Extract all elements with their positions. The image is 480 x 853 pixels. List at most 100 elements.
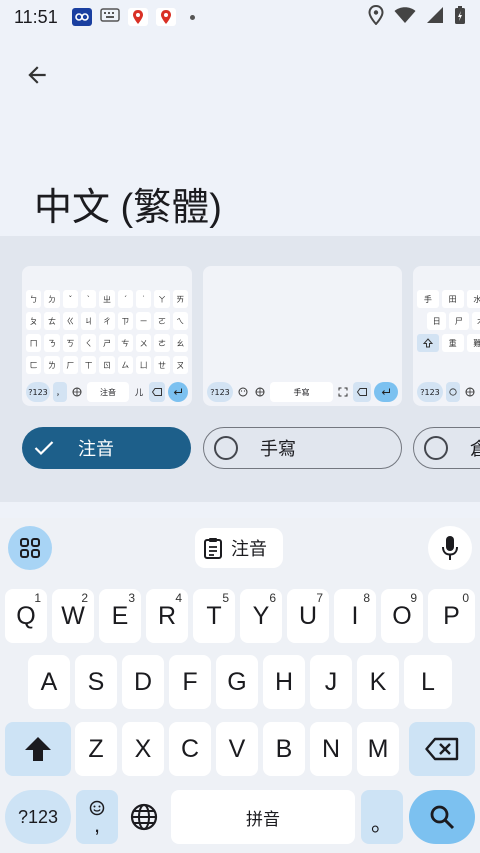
preview-key: ˙ (135, 290, 152, 308)
handwriting-layout-preview[interactable]: ?123 手寫 (203, 266, 402, 406)
key-hint: 1 (34, 591, 41, 605)
preview-row: 日 尸 木 火 (417, 312, 480, 330)
globe-icon (130, 803, 158, 831)
preview-key: 田 (441, 290, 464, 308)
key-q[interactable]: Q1 (5, 589, 47, 643)
layout-chip-zhuyin[interactable]: 注音 (22, 427, 191, 469)
key-l[interactable]: L (404, 655, 452, 709)
status-bar: 11:51 (0, 0, 480, 34)
key-hint: 4 (175, 591, 182, 605)
search-key[interactable] (409, 790, 475, 844)
key-o[interactable]: O9 (381, 589, 423, 643)
key-n[interactable]: N (310, 722, 352, 776)
key-s[interactable]: S (75, 655, 117, 709)
key-r[interactable]: R4 (146, 589, 188, 643)
period-key[interactable]: 。 (361, 790, 403, 844)
emoji-comma-key[interactable]: , (76, 790, 118, 844)
key-x[interactable]: X (122, 722, 164, 776)
soft-keyboard: 注音 Q1 W2 E3 R4 T5 Y6 U7 I8 O9 P0 A S D F… (0, 518, 480, 853)
key-u[interactable]: U7 (287, 589, 329, 643)
preview-space-key: 注音 (87, 382, 129, 402)
preview-key: ˊ (117, 290, 133, 308)
map-pin-app-icon (127, 8, 148, 26)
key-h[interactable]: H (263, 655, 305, 709)
comma-label: , (93, 812, 101, 837)
signal-icon (426, 6, 444, 29)
preview-row: ㄇ ㄋ ㄎ ㄑ ㄕ ㄘ ㄨ ㄜ ㄠ (26, 334, 188, 352)
back-button[interactable] (20, 58, 54, 92)
preview-key: ㄒ (80, 356, 97, 374)
preview-key: ㄛ (154, 312, 170, 330)
key-f[interactable]: F (169, 655, 211, 709)
preview-comma-key: ， (53, 382, 67, 402)
preview-emoji-icon (446, 382, 460, 402)
layout-chip-cangjie[interactable]: 倉 (413, 427, 480, 469)
preview-symbols-key: ?123 (207, 382, 233, 402)
apps-grid-button[interactable] (8, 526, 52, 570)
key-t[interactable]: T5 (193, 589, 235, 643)
shift-icon (25, 737, 51, 761)
preview-row: ㄆ ㄊ ㄍ ㄐ ㄔ ㄗ ㄧ ㄛ ㄟ (26, 312, 188, 330)
app-notification-icon (71, 8, 92, 26)
layout-carousel[interactable]: ㄅ ㄉ ˇ ˋ ㄓ ˊ ˙ ㄚ ㄞ ㄆ ㄊ ㄍ ㄐ ㄔ ㄗ ㄧ ㄛ ㄟ ㄇ ㄋ … (0, 236, 480, 502)
preview-bottom-row: ?123 (417, 382, 480, 402)
key-j[interactable]: J (310, 655, 352, 709)
zhuyin-layout-preview[interactable]: ㄅ ㄉ ˇ ˋ ㄓ ˊ ˙ ㄚ ㄞ ㄆ ㄊ ㄍ ㄐ ㄔ ㄗ ㄧ ㄛ ㄟ ㄇ ㄋ … (22, 266, 192, 406)
layout-chip-label: 倉 (470, 439, 480, 460)
preview-emoji-icon (236, 382, 250, 402)
key-p[interactable]: P0 (428, 589, 475, 643)
key-z[interactable]: Z (75, 722, 117, 776)
key-g[interactable]: G (216, 655, 258, 709)
keyboard-toolbar: 注音 (0, 518, 480, 578)
layout-chip-handwriting[interactable]: 手寫 (203, 427, 402, 469)
key-k[interactable]: K (357, 655, 399, 709)
location-icon (368, 4, 384, 30)
language-switch-key[interactable] (122, 790, 166, 844)
key-y[interactable]: Y6 (240, 589, 282, 643)
preview-key: ㄉ (44, 290, 60, 308)
key-hint: 0 (462, 591, 469, 605)
preview-key: ㄝ (154, 356, 170, 374)
cangjie-layout-preview[interactable]: 手 田 水 口 日 尸 木 火 重 難 金 ?123 (413, 266, 480, 406)
key-label: R (157, 601, 177, 630)
preview-key: ㄑ (80, 334, 97, 352)
preview-bottom-row: ?123 手寫 (207, 382, 398, 402)
preview-key: ㄠ (172, 334, 188, 352)
preview-key: ㄎ (62, 334, 78, 352)
preview-key: ㄕ (99, 334, 115, 352)
backspace-key[interactable] (409, 722, 475, 776)
preview-bottom-row: ?123 ， 注音 儿 (26, 382, 188, 402)
preview-key: ㄖ (99, 356, 115, 374)
key-a[interactable]: A (28, 655, 70, 709)
key-label: P (443, 601, 460, 630)
preview-key: ㄈ (26, 356, 42, 374)
voice-input-button[interactable] (428, 526, 472, 570)
preview-key: ㄇ (26, 334, 42, 352)
map-pin-app-icon-2 (155, 8, 176, 26)
key-label: U (298, 601, 318, 630)
preview-key: ㄨ (135, 334, 152, 352)
check-icon (34, 440, 54, 456)
symbols-key[interactable]: ?123 (5, 790, 71, 844)
preview-symbols-key: ?123 (26, 382, 50, 402)
key-m[interactable]: M (357, 722, 399, 776)
preview-backspace-icon (353, 382, 371, 402)
key-w[interactable]: W2 (52, 589, 94, 643)
key-hint: 3 (128, 591, 135, 605)
arrow-back-icon (28, 66, 46, 84)
input-mode-button[interactable]: 注音 (195, 528, 283, 568)
key-label: T (206, 601, 222, 630)
key-c[interactable]: C (169, 722, 211, 776)
key-e[interactable]: E3 (99, 589, 141, 643)
preview-key: ㄏ (62, 356, 78, 374)
key-i[interactable]: I8 (334, 589, 376, 643)
key-v[interactable]: V (216, 722, 258, 776)
shift-key[interactable] (5, 722, 71, 776)
key-b[interactable]: B (263, 722, 305, 776)
preview-row: ㄈ ㄌ ㄏ ㄒ ㄖ ㄙ ㄩ ㄝ ㄡ (26, 356, 188, 374)
space-key[interactable]: 拼音 (171, 790, 355, 844)
layout-chip-label: 注音 (78, 439, 114, 460)
preview-key: ㄧ (135, 312, 152, 330)
key-d[interactable]: D (122, 655, 164, 709)
grid-icon (20, 538, 40, 558)
